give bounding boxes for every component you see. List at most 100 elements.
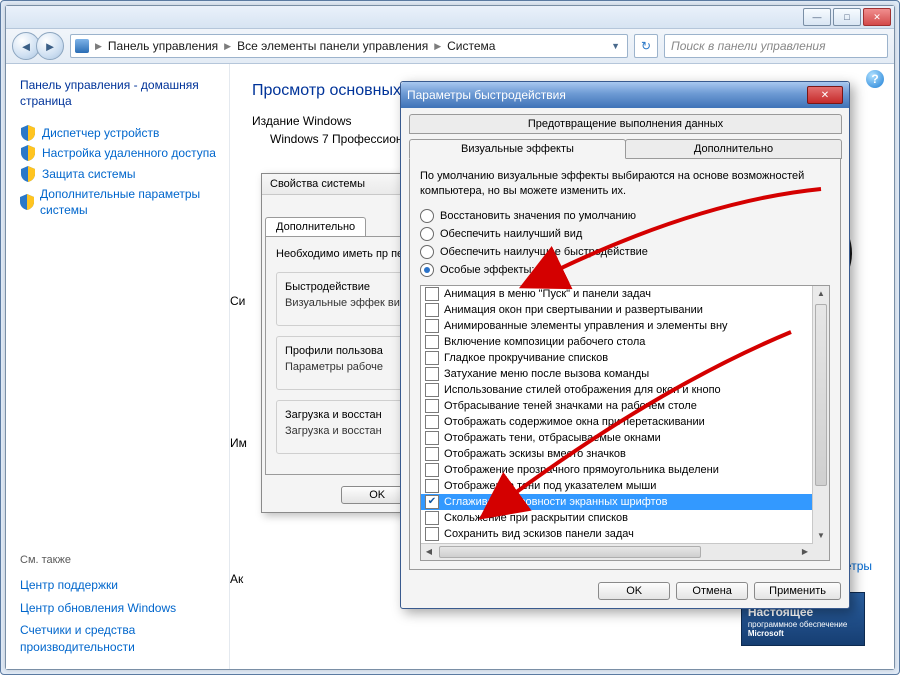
sidebar-link[interactable]: Диспетчер устройств [20, 123, 225, 143]
effect-item[interactable]: Скольжение при раскрытии списков [421, 510, 813, 526]
checkbox-icon[interactable] [425, 335, 439, 349]
effect-item[interactable]: Отображать эскизы вместо значков [421, 446, 813, 462]
refresh-button[interactable]: ↻ [634, 34, 658, 58]
checkbox-icon[interactable] [425, 511, 439, 525]
explorer-titlebar: — □ ✕ [6, 6, 894, 29]
effect-label: Отображать содержимое окна при перетаски… [444, 416, 705, 428]
checkbox-icon[interactable] [425, 351, 439, 365]
dialog-titlebar[interactable]: Параметры быстродействия ✕ [401, 82, 849, 108]
checkbox-icon[interactable] [425, 527, 439, 541]
radio-option[interactable]: Особые эффекты: [420, 263, 830, 277]
address-field[interactable]: ▶ Панель управления ▶ Все элементы панел… [70, 34, 628, 58]
effect-item[interactable]: Включение композиции рабочего стола [421, 334, 813, 350]
effect-label: Отображение прозрачного прямоугольника в… [444, 464, 719, 476]
horizontal-scrollbar[interactable]: ◀ ▶ [421, 543, 813, 560]
checkbox-icon[interactable] [425, 479, 439, 493]
address-bar: ◄ ► ▶ Панель управления ▶ Все элементы п… [6, 29, 894, 64]
scroll-left-icon[interactable]: ◀ [421, 544, 437, 560]
apply-button[interactable]: Применить [754, 582, 841, 600]
search-input[interactable]: Поиск в панели управления [664, 34, 888, 58]
radio-label: Восстановить значения по умолчанию [440, 210, 636, 222]
effect-label: Анимация окон при свертывании и разверты… [444, 304, 703, 316]
help-icon[interactable]: ? [866, 70, 884, 88]
effect-item[interactable]: Отображать тени, отбрасываемые окнами [421, 430, 813, 446]
breadcrumb[interactable]: Система [447, 39, 495, 53]
effect-item[interactable]: Использование стилей отображения для око… [421, 382, 813, 398]
maximize-button[interactable]: □ [833, 8, 861, 26]
close-button[interactable]: ✕ [807, 86, 843, 104]
checkbox-icon[interactable] [425, 319, 439, 333]
effect-label: Включение композиции рабочего стола [444, 336, 645, 348]
effect-label: Скольжение при раскрытии списков [444, 512, 628, 524]
radio-icon [420, 209, 434, 223]
sidebar: Панель управления - домашняя страница Ди… [6, 64, 230, 669]
chevron-right-icon: ▶ [432, 41, 443, 52]
sidebar-link[interactable]: Защита системы [20, 164, 225, 184]
effect-item[interactable]: Затухание меню после вызова команды [421, 366, 813, 382]
tab-dep[interactable]: Предотвращение выполнения данных [409, 114, 842, 134]
address-dropdown-icon[interactable]: ▼ [608, 41, 623, 51]
radio-label: Обеспечить наилучшее быстродействие [440, 246, 648, 258]
sidebar-link-label: Настройка удаленного доступа [42, 145, 216, 161]
effect-item[interactable]: Сохранить вид эскизов панели задач [421, 526, 813, 542]
see-also-link[interactable]: Центр поддержки [20, 574, 225, 597]
effect-item[interactable]: Отбрасывание теней значками на рабочем с… [421, 398, 813, 414]
desktop: — □ ✕ ◄ ► ▶ Панель управления ▶ Все элем… [0, 0, 900, 675]
checkbox-icon[interactable] [425, 447, 439, 461]
effect-label: Отбрасывание теней значками на рабочем с… [444, 400, 697, 412]
checkbox-icon[interactable] [425, 431, 439, 445]
effect-item[interactable]: Отображать содержимое окна при перетаски… [421, 414, 813, 430]
scroll-thumb[interactable] [439, 546, 701, 558]
effect-item[interactable]: Анимация окон при свертывании и разверты… [421, 302, 813, 318]
scroll-down-icon[interactable]: ▼ [813, 528, 829, 544]
checkbox-icon[interactable] [425, 383, 439, 397]
breadcrumb[interactable]: Все элементы панели управления [237, 39, 428, 53]
sidebar-link-label: Диспетчер устройств [42, 125, 159, 141]
effect-item[interactable]: Анимированные элементы управления и элем… [421, 318, 813, 334]
checkbox-icon[interactable] [425, 415, 439, 429]
nav-forward-button[interactable]: ► [36, 32, 64, 60]
effect-label: Затухание меню после вызова команды [444, 368, 649, 380]
tab-advanced[interactable]: Дополнительно [625, 139, 842, 159]
checkbox-icon[interactable] [425, 367, 439, 381]
see-also-link[interactable]: Центр обновления Windows [20, 597, 225, 620]
breadcrumb[interactable]: Панель управления [108, 39, 218, 53]
scroll-up-icon[interactable]: ▲ [813, 286, 829, 302]
sidebar-link[interactable]: Настройка удаленного доступа [20, 143, 225, 163]
radio-option[interactable]: Обеспечить наилучший вид [420, 227, 830, 241]
checkbox-icon[interactable] [425, 463, 439, 477]
effect-item[interactable]: Отображение тени под указателем мыши [421, 478, 813, 494]
effects-listbox[interactable]: Анимация в меню "Пуск" и панели задач Ан… [420, 285, 830, 561]
cancel-button[interactable]: Отмена [676, 582, 748, 600]
minimize-button[interactable]: — [803, 8, 831, 26]
checkbox-icon[interactable] [425, 399, 439, 413]
see-also-link[interactable]: Счетчики и средства производительности [20, 619, 225, 659]
effect-label: Отображать эскизы вместо значков [444, 448, 626, 460]
effect-item[interactable]: Отображение прозрачного прямоугольника в… [421, 462, 813, 478]
checkbox-icon[interactable] [425, 303, 439, 317]
checkbox-icon[interactable] [425, 287, 439, 301]
effect-label: Отображать тени, отбрасываемые окнами [444, 432, 661, 444]
tab-visual-effects[interactable]: Визуальные эффекты [409, 139, 626, 159]
shield-icon [20, 166, 36, 182]
scroll-right-icon[interactable]: ▶ [797, 544, 813, 560]
checkbox-icon[interactable]: ✔ [425, 495, 439, 509]
tab-advanced[interactable]: Дополнительно [265, 217, 366, 236]
effect-item[interactable]: Гладкое прокручивание списков [421, 350, 813, 366]
ok-button[interactable]: OK [598, 582, 670, 600]
shield-icon [20, 194, 34, 210]
radio-option[interactable]: Восстановить значения по умолчанию [420, 209, 830, 223]
radio-label: Особые эффекты: [440, 264, 534, 276]
effect-item[interactable]: ✔ Сглаживать неровности экранных шрифтов [421, 494, 813, 510]
effect-item[interactable]: Анимация в меню "Пуск" и панели задач [421, 286, 813, 302]
chevron-right-icon: ▶ [93, 41, 104, 52]
vertical-scrollbar[interactable]: ▲ ▼ [812, 286, 829, 544]
sidebar-home-link[interactable]: Панель управления - домашняя страница [20, 78, 225, 109]
effect-label: Отображение тени под указателем мыши [444, 480, 656, 492]
close-button[interactable]: ✕ [863, 8, 891, 26]
radio-option[interactable]: Обеспечить наилучшее быстродействие [420, 245, 830, 259]
sidebar-link[interactable]: Дополнительные параметры системы [20, 184, 225, 220]
effect-label: Использование стилей отображения для око… [444, 384, 721, 396]
scroll-thumb[interactable] [815, 304, 827, 486]
effect-label: Анимированные элементы управления и элем… [444, 320, 728, 332]
